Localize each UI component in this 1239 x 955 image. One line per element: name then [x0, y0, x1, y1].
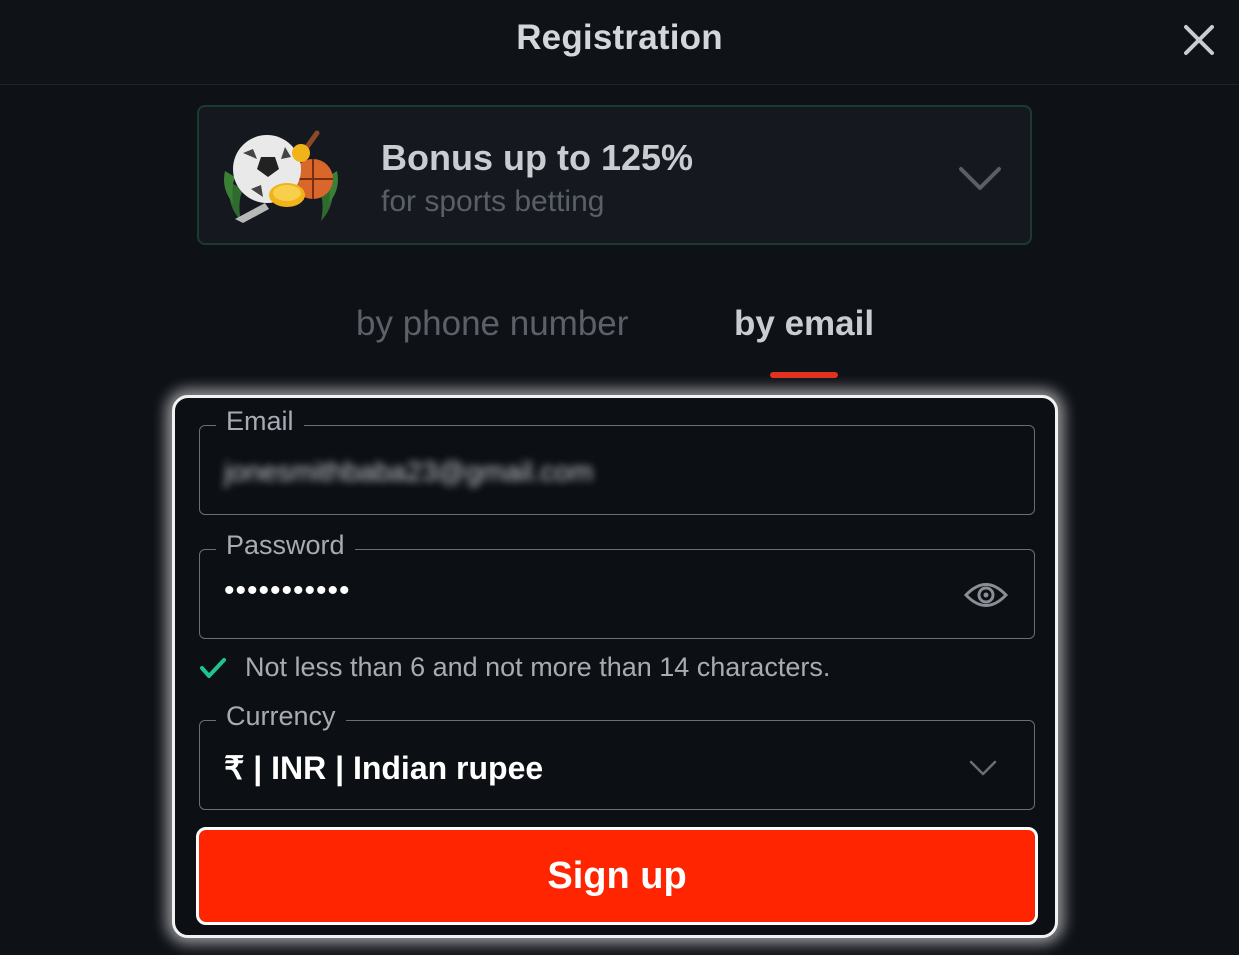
sports-ball-icon	[221, 123, 341, 231]
email-label: Email	[216, 406, 304, 437]
password-hint-text: Not less than 6 and not more than 14 cha…	[245, 652, 831, 682]
currency-label: Currency	[216, 701, 346, 732]
currency-select[interactable]: Currency ₹ | INR | Indian rupee	[199, 701, 1035, 810]
modal-title: Registration	[516, 18, 723, 57]
currency-value[interactable]: ₹ | INR | Indian rupee	[224, 749, 543, 787]
tab-by-email[interactable]: by email	[734, 304, 874, 344]
password-field[interactable]: Password •••••••••••	[199, 530, 1035, 639]
check-icon	[199, 656, 227, 680]
chevron-down-icon[interactable]	[958, 165, 1002, 193]
password-label: Password	[216, 530, 355, 561]
active-tab-indicator	[770, 372, 838, 378]
sign-up-button[interactable]: Sign up	[196, 827, 1038, 925]
modal-header: Registration	[0, 0, 1239, 85]
chevron-down-icon[interactable]	[968, 759, 998, 777]
email-field[interactable]: Email jonesmithbaba23@gmail.com	[199, 406, 1035, 515]
bonus-title: Bonus up to 125%	[381, 137, 694, 178]
bonus-subtitle: for sports betting	[381, 185, 605, 218]
password-value[interactable]: •••••••••••	[224, 574, 351, 608]
email-value[interactable]: jonesmithbaba23@gmail.com	[224, 456, 593, 488]
bonus-selector[interactable]: Bonus up to 125% for sports betting	[197, 105, 1032, 245]
registration-form: Email jonesmithbaba23@gmail.com Password…	[172, 395, 1058, 938]
tab-by-phone-number[interactable]: by phone number	[356, 304, 628, 344]
close-icon[interactable]	[1181, 22, 1217, 58]
eye-icon[interactable]	[963, 578, 1009, 612]
